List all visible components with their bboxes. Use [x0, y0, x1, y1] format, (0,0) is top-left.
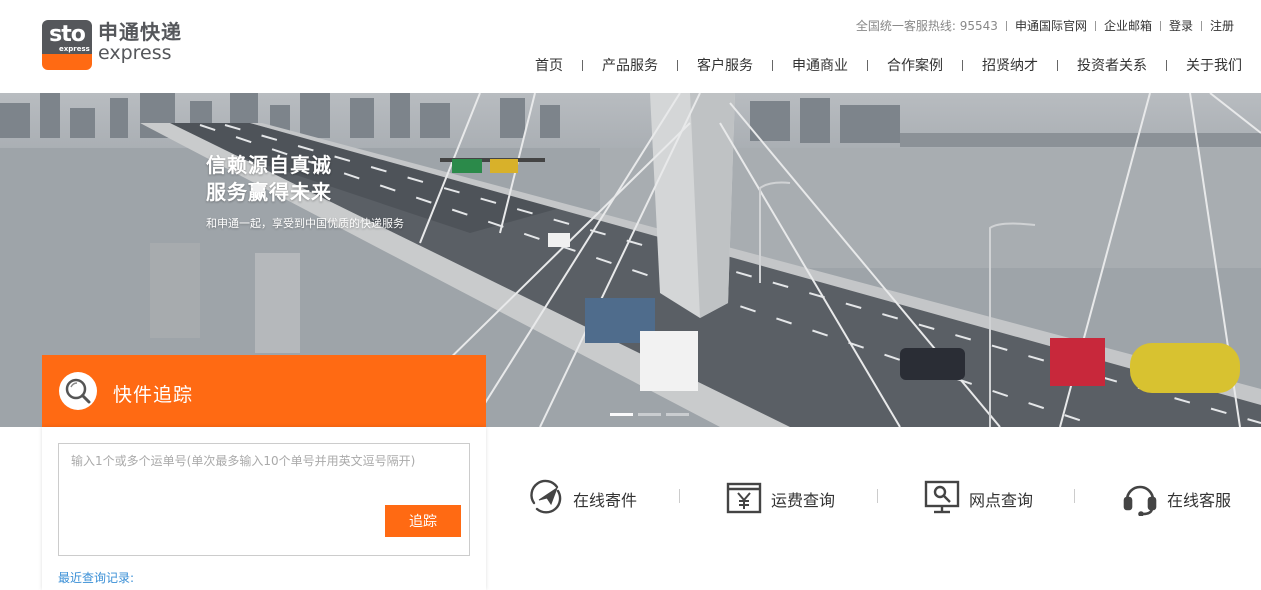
top-links: 全国统一客服热线: 95543 申通国际官网 企业邮箱 登录 注册 [856, 17, 1234, 34]
quick-services: 在线寄件 运费查询 网点查询 在线客服 [486, 460, 1261, 532]
sto-logo[interactable]: sto express 申通快递 express [42, 20, 182, 70]
divider [1159, 20, 1161, 31]
service-freight-query[interactable]: 运费查询 [725, 478, 835, 520]
service-label: 网点查询 [969, 491, 1034, 510]
corporate-mail-link[interactable]: 企业邮箱 [1104, 17, 1152, 34]
divider [962, 59, 963, 71]
yen-receipt-icon [725, 478, 763, 520]
logo-wordmark: 申通快递 express [98, 20, 182, 63]
login-link[interactable]: 登录 [1169, 17, 1193, 34]
service-label: 在线客服 [1167, 491, 1232, 510]
intl-site-link[interactable]: 申通国际官网 [1015, 17, 1087, 34]
divider [1057, 59, 1058, 71]
carousel-dot[interactable] [638, 413, 661, 416]
divider [1094, 20, 1096, 31]
logo-en-text: express [98, 42, 172, 64]
location-monitor-icon [923, 478, 961, 520]
hero-subtitle: 和申通一起，享受到中国优质的快递服务 [206, 217, 404, 230]
divider [1200, 20, 1202, 31]
site-header: sto express 申通快递 express 全国统一客服热线: 95543… [0, 0, 1261, 93]
hero-title: 信赖源自真诚 服务赢得未来 [206, 152, 332, 206]
service-online-support[interactable]: 在线客服 [1121, 478, 1231, 520]
divider [1074, 489, 1075, 503]
service-outlet-query[interactable]: 网点查询 [923, 478, 1033, 520]
carousel-indicators [610, 413, 689, 416]
nav-item-cases[interactable]: 合作案例 [887, 55, 943, 75]
divider [1166, 59, 1167, 71]
divider [582, 59, 583, 71]
recent-queries-label: 最近查询记录: [58, 571, 135, 585]
hero-title-line2: 服务赢得未来 [206, 180, 332, 204]
hero-title-line1: 信赖源自真诚 [206, 153, 332, 177]
service-label: 运费查询 [771, 491, 836, 510]
divider [867, 59, 868, 71]
waybill-input[interactable] [58, 443, 470, 556]
logo-badge: sto express [42, 20, 92, 70]
service-label: 在线寄件 [573, 491, 638, 510]
nav-item-customer-service[interactable]: 客户服务 [697, 55, 753, 75]
nav-item-home[interactable]: 首页 [535, 55, 563, 75]
main-nav: 首页 产品服务 客户服务 申通商业 合作案例 招贤纳才 投资者关系 关于我们 [535, 55, 1242, 75]
nav-item-careers[interactable]: 招贤纳才 [982, 55, 1038, 75]
carousel-dot[interactable] [610, 413, 633, 416]
carousel-dot[interactable] [666, 413, 689, 416]
service-online-send[interactable]: 在线寄件 [527, 478, 637, 520]
logo-badge-sub: express [59, 45, 90, 53]
divider [772, 59, 773, 71]
register-link[interactable]: 注册 [1210, 17, 1234, 34]
nav-item-business[interactable]: 申通商业 [792, 55, 848, 75]
tracking-title: 快件追踪 [113, 384, 194, 406]
divider [679, 489, 680, 503]
headset-icon [1121, 478, 1159, 520]
tracking-header: 快件追踪 [42, 355, 486, 427]
divider [1005, 20, 1007, 31]
logo-cn-text: 申通快递 [98, 20, 182, 44]
nav-item-investors[interactable]: 投资者关系 [1077, 55, 1147, 75]
divider [677, 59, 678, 71]
track-button[interactable]: 追踪 [385, 505, 461, 537]
nav-item-products[interactable]: 产品服务 [602, 55, 658, 75]
nav-item-about[interactable]: 关于我们 [1186, 55, 1242, 75]
divider [877, 489, 878, 503]
plane-send-icon [527, 478, 565, 520]
hotline-text: 全国统一客服热线: 95543 [855, 19, 998, 33]
search-icon [59, 372, 97, 410]
logo-badge-stripe [42, 54, 92, 70]
tracking-panel: 追踪 最近查询记录: [42, 427, 486, 590]
